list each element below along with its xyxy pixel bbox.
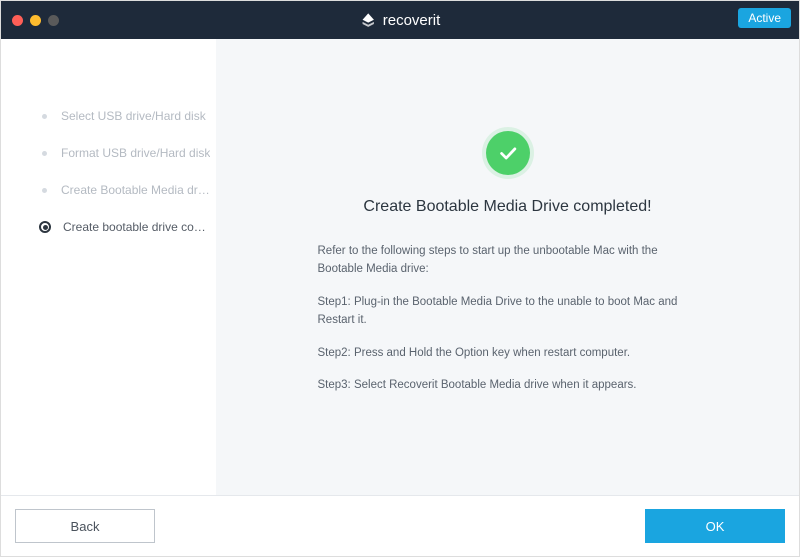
step-label: Create bootable drive compl...: [63, 220, 213, 234]
footer: Back OK: [1, 495, 799, 556]
step-select-drive: Select USB drive/Hard disk: [39, 109, 215, 123]
main-panel: Create Bootable Media Drive completed! R…: [216, 39, 799, 495]
back-button[interactable]: Back: [15, 509, 155, 543]
brand-icon: [360, 12, 377, 29]
step-bullet-icon: [39, 185, 49, 195]
active-badge[interactable]: Active: [738, 8, 791, 28]
window-controls: [1, 15, 59, 26]
step-bullet-icon: [39, 148, 49, 158]
completion-heading: Create Bootable Media Drive completed!: [363, 198, 651, 216]
ok-button[interactable]: OK: [645, 509, 785, 543]
sidebar: Select USB drive/Hard disk Format USB dr…: [1, 39, 216, 495]
brand-text: recoverit: [383, 12, 441, 29]
brand: recoverit: [360, 12, 441, 29]
step-bullet-icon: [39, 111, 49, 121]
minimize-window-icon[interactable]: [30, 15, 41, 26]
instructions-intro: Refer to the following steps to start up…: [318, 242, 698, 279]
instructions-step1: Step1: Plug-in the Bootable Media Drive …: [318, 293, 698, 330]
titlebar: recoverit Active: [1, 1, 799, 39]
step-active-icon: [39, 221, 51, 233]
step-format-drive: Format USB drive/Hard disk: [39, 146, 215, 160]
step-complete: Create bootable drive compl...: [39, 220, 215, 234]
maximize-window-icon[interactable]: [48, 15, 59, 26]
instructions-step3: Step3: Select Recoverit Bootable Media d…: [318, 376, 698, 394]
instructions: Refer to the following steps to start up…: [318, 242, 698, 408]
step-label: Select USB drive/Hard disk: [61, 109, 206, 123]
step-label: Format USB drive/Hard disk: [61, 146, 210, 160]
instructions-step2: Step2: Press and Hold the Option key whe…: [318, 344, 698, 362]
step-label: Create Bootable Media drive: [61, 183, 211, 197]
step-create-bootable: Create Bootable Media drive: [39, 183, 215, 197]
close-window-icon[interactable]: [12, 15, 23, 26]
success-icon: [486, 131, 530, 175]
